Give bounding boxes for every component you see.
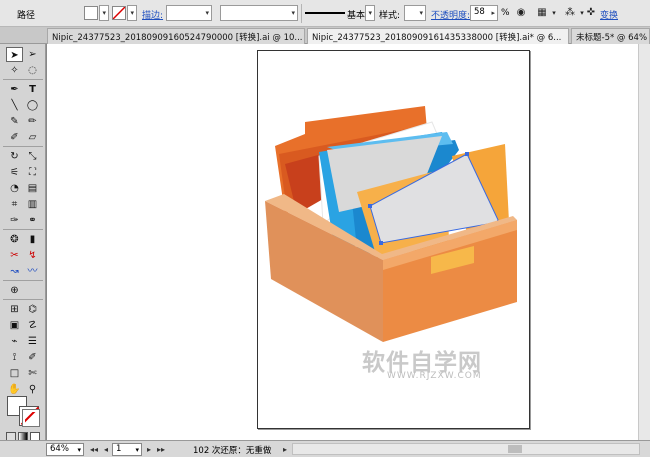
transform-link[interactable]: 变换: [600, 8, 618, 21]
brush-dropdown[interactable]: ▾: [365, 5, 375, 21]
magic-wand-icon[interactable]: ✧: [6, 63, 23, 78]
rotate-icon[interactable]: ↻: [6, 149, 23, 164]
horizontal-scrollbar[interactable]: [292, 443, 640, 455]
prev-artboard-icon[interactable]: ◂: [104, 443, 108, 456]
zoom-value: 64%: [50, 444, 69, 454]
measure-icon[interactable]: ⟟: [6, 350, 23, 365]
anchor-point: [379, 241, 383, 245]
stroke-weight-field[interactable]: ▾: [166, 5, 212, 21]
eyedropper-icon[interactable]: ✑: [6, 213, 23, 228]
stroke-link[interactable]: 描边:: [142, 8, 163, 21]
zoom-icon[interactable]: ⚲: [24, 382, 41, 397]
opacity-link[interactable]: 不透明度:: [431, 8, 470, 21]
rectangle-icon[interactable]: □: [6, 366, 23, 381]
opacity-value: 58: [474, 7, 485, 17]
stroke-dropdown[interactable]: ▾: [127, 5, 137, 21]
percent-sign: %: [501, 8, 510, 18]
tab-label: Nipic_24377523_20180909160524790000 [转换]…: [52, 33, 303, 43]
divider: [3, 299, 43, 300]
artboard-number: 1: [116, 444, 122, 454]
arrange-icon[interactable]: ✜: [584, 6, 598, 20]
blob-brush-icon[interactable]: ✐: [6, 130, 23, 145]
status-menu-icon[interactable]: ▸: [283, 443, 287, 456]
shape-builder-icon[interactable]: ◔: [6, 181, 23, 196]
crystallize-icon[interactable]: 〰: [24, 264, 41, 279]
direct-selection-icon[interactable]: ➢: [24, 47, 41, 62]
brush-icon[interactable]: ✎: [6, 114, 23, 129]
perspective-icon[interactable]: ▤: [24, 181, 41, 196]
line-icon[interactable]: ╲: [6, 98, 23, 113]
style-dropdown[interactable]: ▾: [404, 5, 426, 21]
divider: [301, 4, 302, 23]
live-paint-icon[interactable]: ☡: [24, 318, 41, 333]
divider: [3, 280, 43, 281]
selection-tool-icon[interactable]: ➤: [6, 47, 23, 62]
type-icon[interactable]: T: [24, 82, 41, 97]
control-bar: 路径 ▾ ▾ 描边: ▾ ▾ 基本 ▾ 样式: ▾ 不透明度: 58 ▸ % ◉ …: [0, 0, 650, 27]
fill-swatch[interactable]: [84, 6, 98, 20]
artboard-number-field[interactable]: 1 ▾: [112, 443, 142, 456]
scroll-thumb[interactable]: [508, 445, 522, 453]
undo-status-text: 102 次还原：无重做: [193, 446, 272, 456]
slice-icon[interactable]: ⌬: [24, 302, 41, 317]
next-artboard-icon[interactable]: ▸: [147, 443, 151, 456]
opacity-field[interactable]: 58 ▸: [470, 5, 498, 21]
divider: [3, 146, 43, 147]
document-canvas[interactable]: 软件自学网 WWW.RJZXW.COM: [47, 44, 650, 440]
mesh-icon[interactable]: ⌗: [6, 197, 23, 212]
scissors-icon[interactable]: ✄: [24, 366, 41, 381]
slice-select-icon[interactable]: ⌁: [6, 334, 23, 349]
vertical-scrollbar[interactable]: [638, 44, 650, 440]
tab-document-2[interactable]: Nipic_24377523_20180909161435338000 [转换]…: [307, 28, 569, 44]
file-box-illustration[interactable]: [47, 44, 650, 440]
fill-dropdown[interactable]: ▾: [99, 5, 109, 21]
align-dropdown-icon[interactable]: ▾: [547, 6, 561, 20]
tab-label: 未标题-5* @ 64%: [576, 33, 648, 43]
scale-icon[interactable]: ⤡: [24, 149, 41, 164]
anchor-point: [465, 152, 469, 156]
pipette-icon[interactable]: ✐: [24, 350, 41, 365]
target-icon[interactable]: ⊕: [6, 283, 23, 298]
column-graph-icon[interactable]: ▮: [24, 232, 41, 247]
pen-icon[interactable]: ✒: [6, 82, 23, 97]
ellipse-icon[interactable]: ◯: [24, 98, 41, 113]
warp-icon[interactable]: ↯: [24, 248, 41, 263]
first-artboard-icon[interactable]: ◂◂: [90, 443, 98, 456]
twirl-icon[interactable]: ↝: [6, 264, 23, 279]
tab-document-1[interactable]: Nipic_24377523_20180909160524790000 [转换]…: [47, 28, 305, 44]
tab-label: Nipic_24377523_20180909161435338000 [转换]…: [312, 33, 562, 43]
stroke-swatch-icon[interactable]: [112, 6, 126, 20]
divider: [3, 229, 43, 230]
symbol-sprayer-icon[interactable]: ❂: [6, 232, 23, 247]
chart-tool-icon[interactable]: ▣: [6, 318, 23, 333]
tools-panel: ➤ ➢ ✧ ◌ ✒ T ╲ ◯ ✎ ✏ ✐ ▱ ↻ ⤡ ⚟ ⛶ ◔ ▤ ⌗ ▥ …: [0, 44, 46, 446]
recolor-icon[interactable]: ◉: [514, 6, 528, 20]
document-tab-bar: Nipic_24377523_20180909160524790000 [转换]…: [0, 27, 650, 44]
divider: [3, 79, 43, 80]
width-icon[interactable]: ⚟: [6, 165, 23, 180]
brush-stroke-preview: [305, 12, 345, 14]
artboard-icon[interactable]: ⊞: [6, 302, 23, 317]
watermark-url: WWW.RJZXW.COM: [387, 371, 482, 381]
status-bar: 64% ▾ ◂◂ ◂ 1 ▾ ▸ ▸▸ 102 次还原：无重做 ▸: [0, 440, 650, 457]
stroke-color-box[interactable]: [19, 406, 40, 427]
anchor-point: [368, 204, 372, 208]
zoom-field[interactable]: 64% ▾: [46, 443, 84, 456]
hand-icon[interactable]: ✋: [6, 382, 23, 397]
pencil-icon[interactable]: ✏: [24, 114, 41, 129]
blend-icon[interactable]: ⚭: [24, 213, 41, 228]
brush-label: 基本: [347, 11, 366, 21]
free-transform-icon[interactable]: ⛶: [24, 165, 41, 180]
variable-width-dropdown[interactable]: ▾: [220, 5, 298, 21]
gradient-icon[interactable]: ▥: [24, 197, 41, 212]
object-type-label: 路径: [17, 11, 36, 21]
style-label: 样式:: [379, 11, 401, 21]
tab-document-3[interactable]: 未标题-5* @ 64%: [571, 28, 650, 44]
knife-icon[interactable]: ✂: [6, 248, 23, 263]
eraser-icon[interactable]: ▱: [24, 130, 41, 145]
last-artboard-icon[interactable]: ▸▸: [157, 443, 165, 456]
lasso-icon[interactable]: ◌: [24, 63, 41, 78]
list-tool-icon[interactable]: ☰: [24, 334, 41, 349]
